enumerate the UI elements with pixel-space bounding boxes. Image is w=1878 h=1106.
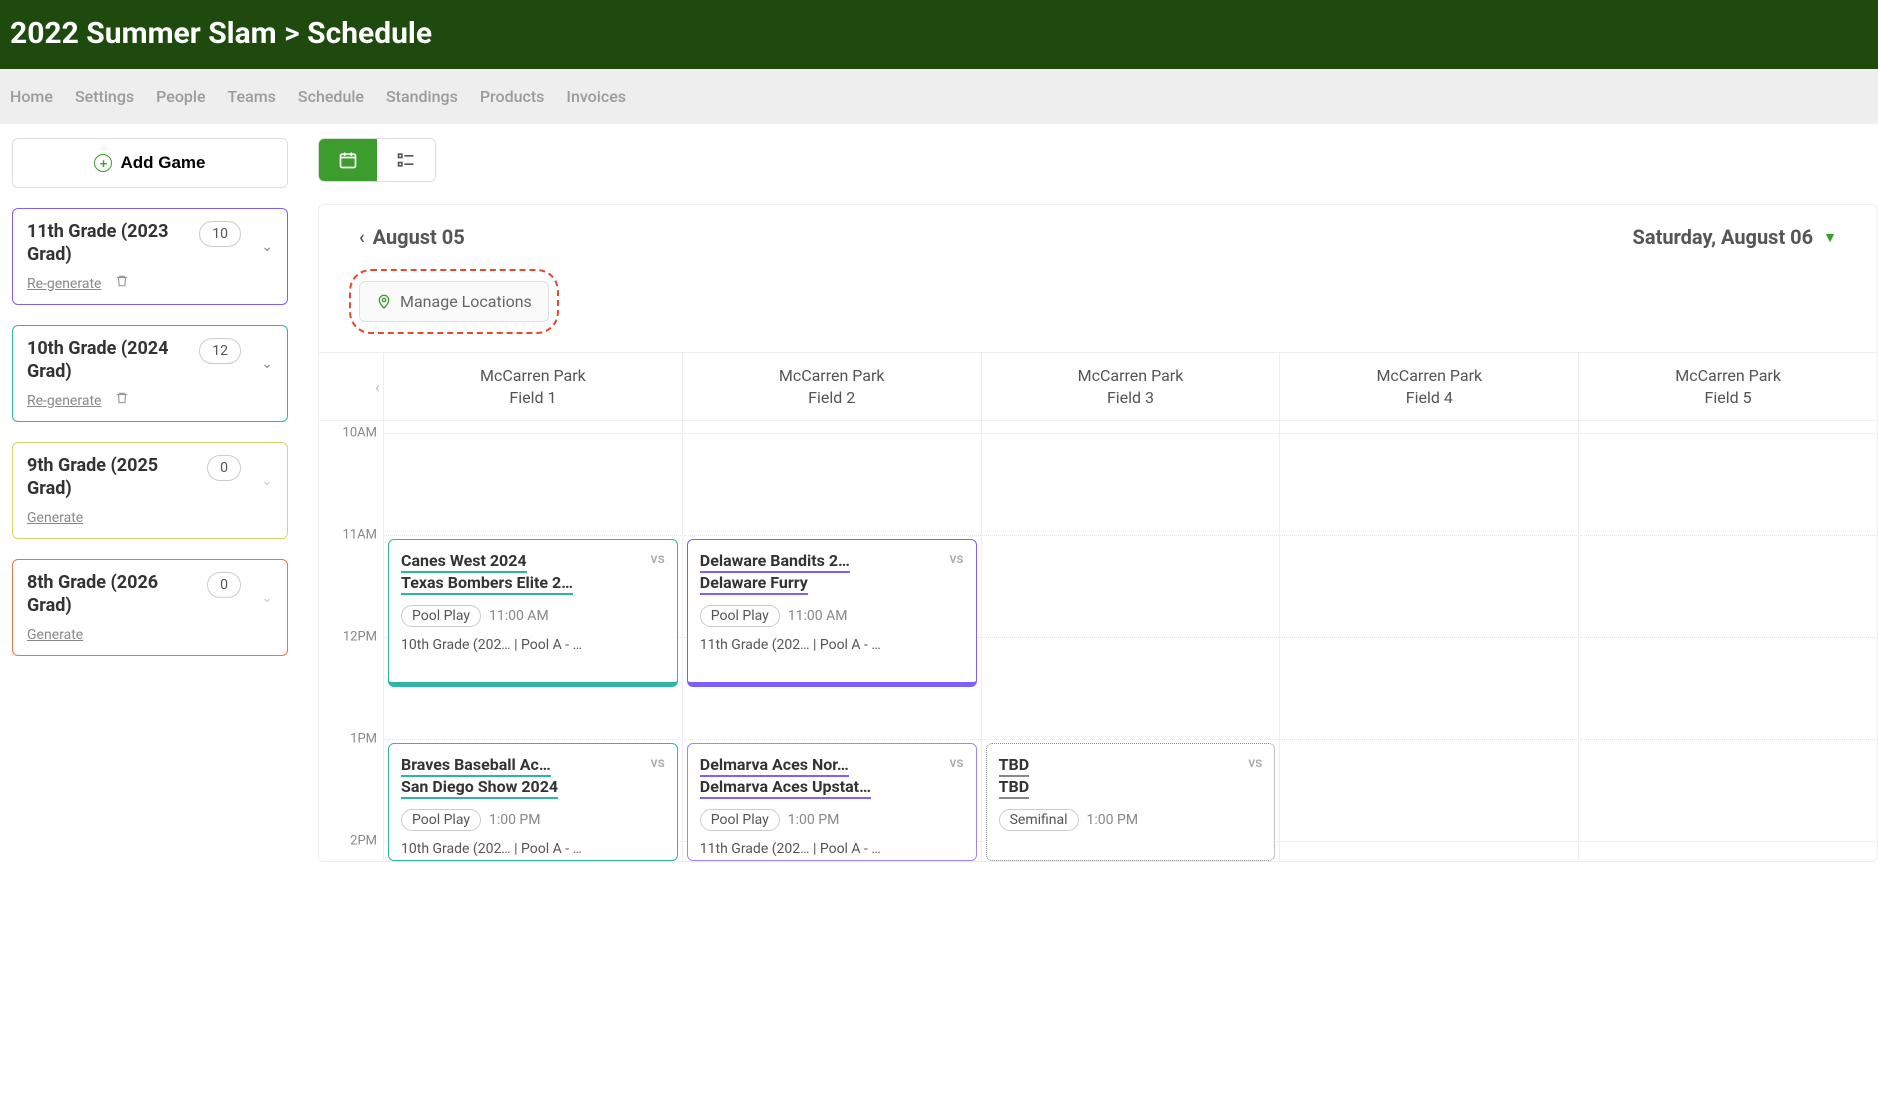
stage-badge: Semifinal: [999, 809, 1079, 831]
game-card[interactable]: Delaware Bandits 2… vs Delaware Furry Po…: [687, 539, 977, 687]
page-header: 2022 Summer Slam > Schedule: [0, 0, 1878, 69]
add-game-button[interactable]: + Add Game: [12, 138, 288, 188]
event-title: 2022 Summer Slam: [10, 16, 277, 51]
scroll-fields-left-button[interactable]: ‹: [375, 377, 380, 396]
nav-schedule[interactable]: Schedule: [298, 87, 364, 106]
time-label: 12PM: [343, 630, 377, 645]
stage-badge: Pool Play: [401, 809, 481, 831]
sidebar: + Add Game 11th Grade (2023 Grad) 10 ⌄ R…: [0, 124, 300, 862]
regenerate-link[interactable]: Re-generate: [27, 276, 101, 292]
generate-link[interactable]: Generate: [27, 510, 83, 526]
game-time: 11:00 AM: [489, 608, 549, 624]
nav-settings[interactable]: Settings: [75, 87, 134, 106]
grade-count-badge: 10: [199, 221, 241, 247]
nav-home[interactable]: Home: [10, 87, 53, 106]
grade-card-8th[interactable]: 8th Grade (2026 Grad) 0 ⌄ Generate: [12, 559, 288, 656]
field-header-4: McCarren ParkField 4: [1279, 353, 1578, 420]
game-footer: 10th Grade (202… | Pool A - …: [401, 841, 665, 857]
schedule-panel: ‹ August 05 Saturday, August 06 ▼ Manage…: [318, 204, 1878, 862]
current-day-label: Saturday, August 06: [1633, 225, 1814, 249]
stage-badge: Pool Play: [401, 605, 481, 627]
game-footer: 11th Grade (202… | Pool A - …: [700, 637, 964, 653]
time-label: 11AM: [343, 528, 377, 543]
time-gutter: 10AM 11AM 12PM 1PM 2PM: [319, 421, 383, 861]
date-row: ‹ August 05 Saturday, August 06 ▼: [319, 205, 1877, 255]
game-card[interactable]: Braves Baseball Ac… vs San Diego Show 20…: [388, 743, 678, 861]
grade-title: 9th Grade (2025 Grad): [27, 455, 197, 500]
calendar-icon: [338, 150, 358, 170]
chevron-left-icon: ‹: [359, 227, 365, 248]
field-header-1: McCarren ParkField 1: [383, 353, 682, 420]
manage-locations-highlight: Manage Locations: [349, 269, 559, 334]
view-toggle: [318, 138, 436, 182]
field-header-3: McCarren ParkField 3: [981, 353, 1280, 420]
generate-link[interactable]: Generate: [27, 627, 83, 643]
field-column-4: [1279, 421, 1578, 861]
chevron-down-icon[interactable]: ⌄: [261, 590, 273, 606]
main-content: ‹ August 05 Saturday, August 06 ▼ Manage…: [300, 124, 1878, 862]
grade-count-badge: 0: [207, 455, 241, 481]
game-time: 11:00 AM: [788, 608, 848, 624]
nav-teams[interactable]: Teams: [228, 87, 276, 106]
breadcrumb-separator-icon: >: [284, 16, 307, 51]
game-footer: 11th Grade (202… | Pool A - …: [700, 841, 964, 857]
game-card[interactable]: Canes West 2024 vs Texas Bombers Elite 2…: [388, 539, 678, 687]
grade-title: 11th Grade (2023 Grad): [27, 221, 197, 266]
list-view-button[interactable]: [377, 139, 435, 181]
date-picker-button[interactable]: Saturday, August 06 ▼: [1633, 225, 1837, 249]
game-footer: 10th Grade (202… | Pool A - …: [401, 637, 665, 653]
regenerate-link[interactable]: Re-generate: [27, 393, 101, 409]
field-header-2: McCarren ParkField 2: [682, 353, 981, 420]
field-header-row: ‹ McCarren ParkField 1 McCarren ParkFiel…: [319, 352, 1877, 421]
stage-badge: Pool Play: [700, 809, 780, 831]
manage-locations-label: Manage Locations: [400, 292, 532, 311]
field-column-1: Canes West 2024 vs Texas Bombers Elite 2…: [383, 421, 682, 861]
dropdown-icon: ▼: [1823, 229, 1837, 246]
list-icon: [396, 150, 416, 170]
grade-count-badge: 0: [207, 572, 241, 598]
chevron-down-icon[interactable]: ⌄: [261, 473, 273, 489]
top-nav: Home Settings People Teams Schedule Stan…: [0, 69, 1878, 124]
chevron-down-icon[interactable]: ⌄: [261, 356, 273, 372]
previous-day-button[interactable]: ‹ August 05: [359, 225, 465, 249]
trash-icon[interactable]: [115, 391, 129, 405]
calendar-view-button[interactable]: [319, 139, 377, 181]
field-header-5: McCarren ParkField 5: [1578, 353, 1877, 420]
chevron-down-icon[interactable]: ⌄: [261, 239, 273, 255]
game-time: 1:00 PM: [788, 812, 840, 828]
timeline-columns: Canes West 2024 vs Texas Bombers Elite 2…: [383, 421, 1877, 861]
grade-card-10th[interactable]: 10th Grade (2024 Grad) 12 ⌄ Re-generate: [12, 325, 288, 422]
field-column-3: R1G1 TBD vs TBD Semifinal 1:00 PM: [981, 421, 1280, 861]
field-column-5: [1578, 421, 1877, 861]
timeline: 10AM 11AM 12PM 1PM 2PM: [319, 421, 1877, 861]
nav-standings[interactable]: Standings: [386, 87, 458, 106]
page-title: Schedule: [307, 16, 432, 51]
previous-day-label: August 05: [373, 225, 465, 249]
grade-title: 10th Grade (2024 Grad): [27, 338, 197, 383]
location-pin-icon: [376, 294, 392, 310]
time-label: 10AM: [343, 426, 377, 441]
nav-invoices[interactable]: Invoices: [566, 87, 626, 106]
stage-badge: Pool Play: [700, 605, 780, 627]
manage-locations-button[interactable]: Manage Locations: [359, 281, 549, 322]
time-label: 1PM: [350, 732, 377, 747]
nav-people[interactable]: People: [156, 87, 205, 106]
plus-icon: +: [94, 154, 112, 172]
add-game-label: Add Game: [120, 153, 205, 173]
grade-title: 8th Grade (2026 Grad): [27, 572, 197, 617]
grade-card-9th[interactable]: 9th Grade (2025 Grad) 0 ⌄ Generate: [12, 442, 288, 539]
trash-icon[interactable]: [115, 274, 129, 288]
game-card[interactable]: Delmarva Aces Nor… vs Delmarva Aces Upst…: [687, 743, 977, 861]
nav-products[interactable]: Products: [480, 87, 545, 106]
grade-count-badge: 12: [199, 338, 241, 364]
grade-card-11th[interactable]: 11th Grade (2023 Grad) 10 ⌄ Re-generate: [12, 208, 288, 305]
game-card-tbd[interactable]: R1G1 TBD vs TBD Semifinal 1:00 PM: [986, 743, 1276, 861]
time-label: 2PM: [350, 834, 377, 849]
bracket-tag: R1G1: [1237, 743, 1268, 744]
field-column-2: Delaware Bandits 2… vs Delaware Furry Po…: [682, 421, 981, 861]
game-time: 1:00 PM: [1087, 812, 1139, 828]
game-time: 1:00 PM: [489, 812, 541, 828]
